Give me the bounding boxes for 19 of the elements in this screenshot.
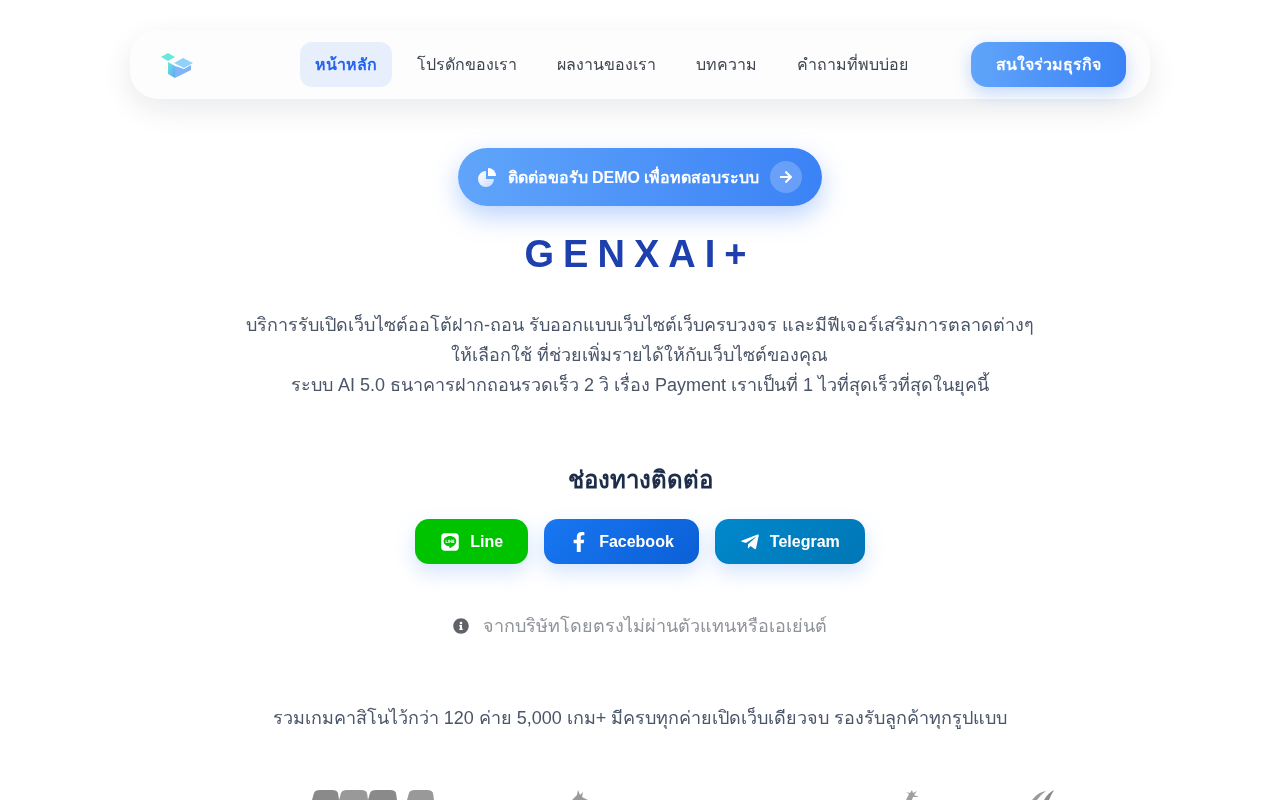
nav-link[interactable]: บทความ bbox=[681, 42, 772, 87]
nav-link[interactable]: คำถามที่พบบ่อย bbox=[782, 42, 923, 87]
nav-link[interactable]: หน้าหลัก bbox=[300, 42, 392, 87]
stacked-cubes-icon[interactable] bbox=[160, 50, 194, 79]
demo-button[interactable]: ติดต่อขอรับ DEMO เพื่อทดสอบระบบ bbox=[457, 148, 823, 206]
nav-link[interactable]: ผลงานของเรา bbox=[542, 42, 671, 87]
hero-description: บริการรับเปิดเว็บไซต์ออโต้ฝาก-ถอน รับออกแบบเว็บไซต์เว็บครบวงจร และมีฟีเจอร์เสริมการตลาดต่างๆ ให้เลือกใช้ ที่ช่วยเพิ่มรายได้ให้กับเว็บไซต์ของคุณ ระบบ AI 5.0 ธนาคารฝากถอนรวดเร็ว 2 วิ เรื่อง Payment เราเป็นที่ 1 ไวที่สุดเร็วที่สุดในยุคนี้ bbox=[246, 313, 1034, 398]
partner-button[interactable]: สนใจร่วมธุรกิจ bbox=[971, 42, 1126, 87]
contact-button[interactable]: Telegram bbox=[714, 519, 865, 564]
pie-chart-icon bbox=[476, 167, 497, 187]
info-icon bbox=[453, 618, 469, 634]
contact-button[interactable]: Facebook bbox=[544, 519, 699, 564]
contact-heading: ช่องทางติดต่อ bbox=[567, 465, 713, 495]
games-headline: รวมเกมคาสิโนไว้กว่า 120 ค่าย 5,000 เกม+ มีครบทุกค่ายเปิดเว็บเดียวจบ รองรับลูกค้าทุกรูปแบบ bbox=[272, 706, 1008, 731]
cropped-logo-icon bbox=[312, 790, 434, 800]
chat-bubble-icon bbox=[440, 531, 461, 552]
brand-title: GENXAI+ bbox=[524, 232, 756, 276]
nav-link[interactable]: โปรดักของเรา bbox=[402, 42, 532, 87]
notice-text: จากบริษัทโดยตรงไม่ผ่านตัวแทนหรือเอเย่นต์ bbox=[483, 614, 827, 638]
